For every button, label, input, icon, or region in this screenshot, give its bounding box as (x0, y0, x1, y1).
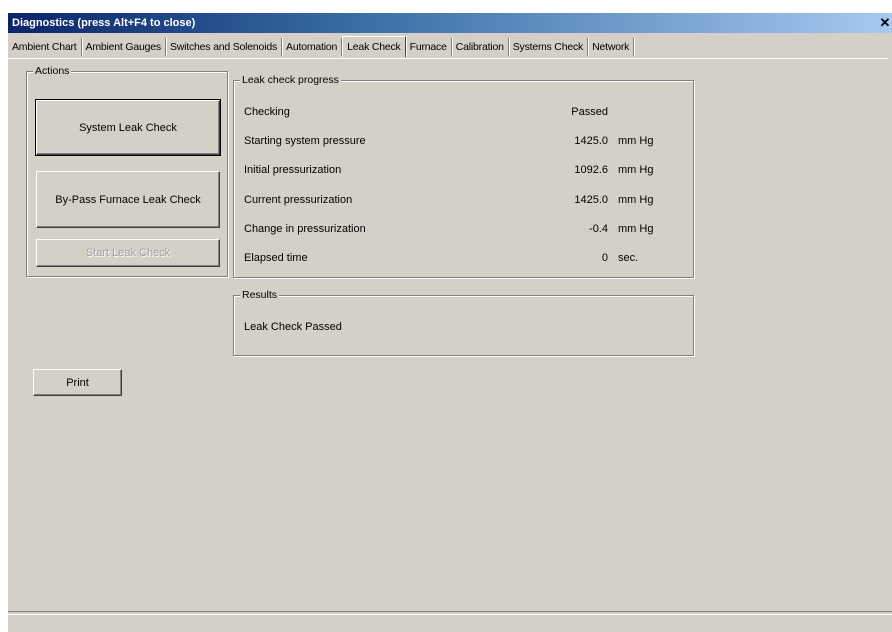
diagnostics-window: Diagnostics (press Alt+F4 to close) ✕ Am… (8, 13, 892, 632)
current-pressurization-value: 1425.0 (574, 194, 608, 206)
leak-check-progress-group: Leak check progress Checking Passed Star… (233, 73, 694, 278)
tab-furnace[interactable]: Furnace (406, 38, 452, 56)
initial-pressurization-value: 1092.6 (574, 164, 608, 176)
starting-pressure-value: 1425.0 (574, 135, 608, 147)
bypass-furnace-leak-check-button[interactable]: By-Pass Furnace Leak Check (36, 171, 220, 228)
results-group: Results Leak Check Passed (233, 288, 694, 356)
elapsed-time-value: 0 (601, 252, 608, 264)
leak-check-progress-legend: Leak check progress (240, 73, 341, 87)
start-leak-check-button[interactable]: Start Leak Check (36, 239, 220, 267)
system-leak-check-label: System Leak Check (79, 121, 177, 134)
window-title: Diagnostics (press Alt+F4 to close) (12, 17, 196, 29)
checking-value: Passed (571, 106, 608, 118)
tab-systems-check[interactable]: Systems Check (509, 38, 589, 56)
change-in-pressurization-label: Change in pressurization (244, 223, 366, 235)
close-icon[interactable]: ✕ (878, 15, 892, 31)
start-leak-check-label: Start Leak Check (85, 247, 171, 259)
current-pressurization-unit: mm Hg (618, 194, 654, 206)
tab-strip: Ambient Chart Ambient Gauges Switches an… (8, 36, 635, 58)
tab-switches-and-solenoids[interactable]: Switches and Solenoids (166, 38, 283, 56)
tab-network[interactable]: Network (588, 38, 635, 56)
title-bar: Diagnostics (press Alt+F4 to close) ✕ (8, 13, 892, 33)
status-bar (8, 611, 892, 615)
system-leak-check-button[interactable]: System Leak Check (35, 99, 221, 156)
tab-ambient-gauges[interactable]: Ambient Gauges (82, 38, 166, 56)
results-legend: Results (240, 288, 280, 302)
print-button[interactable]: Print (33, 369, 122, 396)
initial-pressurization-unit: mm Hg (618, 164, 654, 176)
checking-label: Checking (244, 106, 290, 118)
elapsed-time-label: Elapsed time (244, 252, 308, 264)
results-message: Leak Check Passed (244, 321, 342, 333)
tab-leak-check[interactable]: Leak Check (342, 36, 406, 57)
tab-automation[interactable]: Automation (282, 38, 343, 56)
starting-pressure-unit: mm Hg (618, 135, 654, 147)
tab-ambient-chart[interactable]: Ambient Chart (8, 38, 82, 56)
current-pressurization-label: Current pressurization (244, 194, 353, 206)
change-in-pressurization-unit: mm Hg (618, 223, 654, 235)
bypass-furnace-leak-check-label: By-Pass Furnace Leak Check (55, 193, 201, 206)
tab-calibration[interactable]: Calibration (452, 38, 509, 56)
actions-legend: Actions (33, 64, 72, 78)
starting-pressure-label: Starting system pressure (244, 135, 366, 147)
tab-panel-edge (8, 58, 888, 59)
elapsed-time-unit: sec. (618, 252, 639, 264)
initial-pressurization-label: Initial pressurization (244, 164, 342, 176)
actions-group: Actions System Leak Check By-Pass Furnac… (26, 64, 228, 277)
print-label: Print (66, 376, 89, 389)
change-in-pressurization-value: -0.4 (589, 223, 608, 235)
